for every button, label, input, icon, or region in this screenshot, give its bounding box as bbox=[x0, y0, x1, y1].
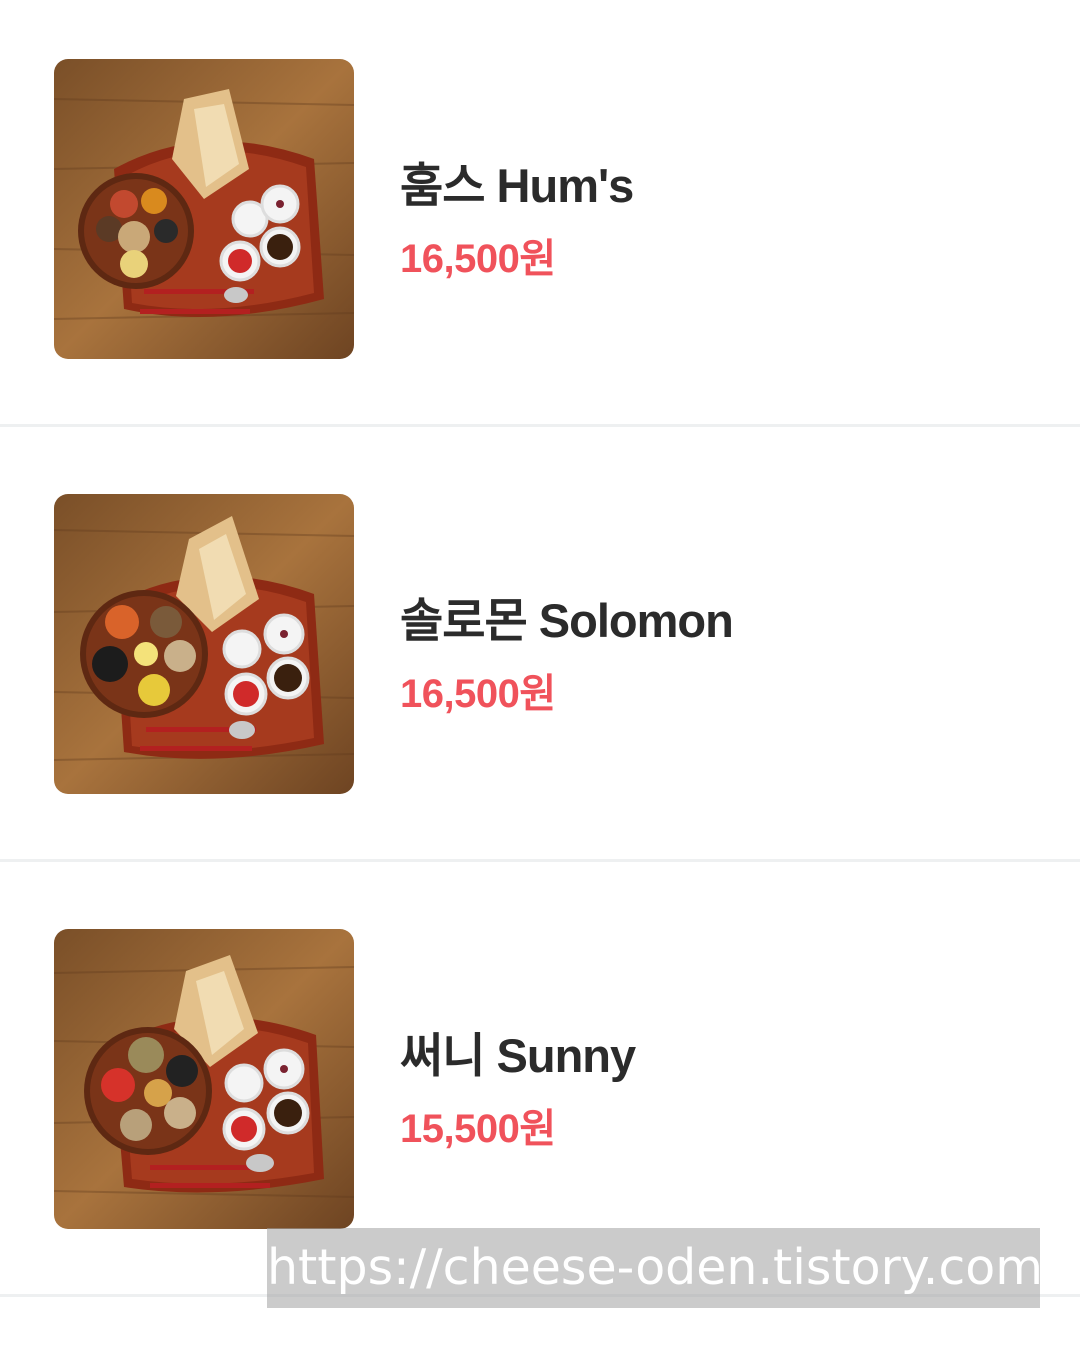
menu-item-photo[interactable] bbox=[54, 494, 354, 794]
food-photo-image bbox=[54, 59, 354, 359]
food-photo-image bbox=[54, 929, 354, 1229]
menu-item-photo[interactable] bbox=[54, 929, 354, 1229]
food-photo-image bbox=[54, 494, 354, 794]
watermark-url: https://cheese-oden.tistory.com bbox=[267, 1228, 1040, 1308]
menu-item-price: 16,500원 bbox=[400, 237, 556, 281]
menu-item-price: 16,500원 bbox=[400, 672, 556, 716]
menu-item-name: 훔스 Hum's bbox=[400, 159, 634, 212]
menu-item-hums[interactable]: 훔스 Hum's 16,500원 bbox=[0, 0, 1080, 435]
menu-item-photo[interactable] bbox=[54, 59, 354, 359]
menu-item-name: 솔로몬 Solomon bbox=[400, 594, 734, 647]
menu-item-name: 써니 Sunny bbox=[400, 1029, 636, 1082]
divider bbox=[0, 859, 1080, 862]
menu-item-price: 15,500원 bbox=[400, 1107, 556, 1151]
menu-item-solomon[interactable]: 솔로몬 Solomon 16,500원 bbox=[0, 435, 1080, 870]
divider bbox=[0, 424, 1080, 427]
